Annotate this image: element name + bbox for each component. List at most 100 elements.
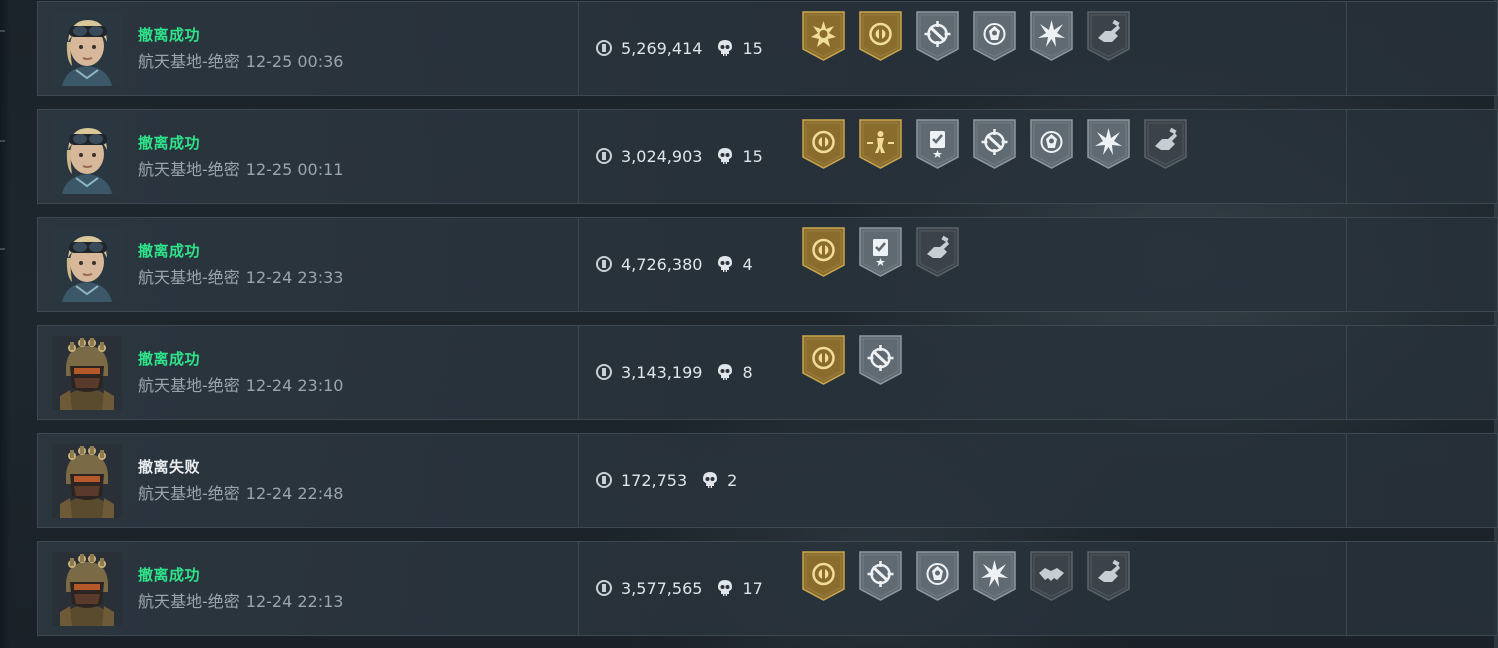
match-stats: 5,269,414 15: [596, 37, 763, 59]
crosshair-medal-icon[interactable]: [859, 551, 902, 601]
kills-skull-icon: [718, 256, 733, 272]
armored-helmet-avatar: [52, 336, 122, 410]
kills-skull-icon: [718, 148, 733, 164]
star-burst-medal-icon[interactable]: [1087, 119, 1130, 169]
value-coin-icon: [596, 256, 612, 272]
extraction-value: 3,143,199: [621, 362, 703, 382]
column-divider: [1346, 434, 1347, 527]
clipboard-medal-icon[interactable]: [859, 227, 902, 277]
figure-medal-icon[interactable]: [859, 119, 902, 169]
match-row[interactable]: 撤离成功航天基地-绝密 12-25 00:36 5,269,414 15: [37, 1, 1498, 96]
map-and-time: 航天基地-绝密 12-24 23:10: [138, 372, 343, 396]
map-name: 航天基地-绝密: [138, 268, 240, 287]
match-row[interactable]: 撤离成功航天基地-绝密 12-25 00:11 3,024,903 15: [37, 109, 1498, 204]
emblem-medal-icon[interactable]: [916, 551, 959, 601]
column-divider: [1346, 2, 1347, 95]
match-time: 12-24 23:33: [245, 268, 344, 287]
kills-skull-icon: [718, 364, 733, 380]
map-and-time: 航天基地-绝密 12-24 23:33: [138, 264, 343, 288]
medal-list: [802, 119, 1187, 169]
value-coin-icon: [596, 472, 612, 488]
crosshair-medal-icon[interactable]: [973, 119, 1016, 169]
coin-medal-icon[interactable]: [802, 227, 845, 277]
burst-medal-icon[interactable]: [802, 11, 845, 61]
map-and-time: 航天基地-绝密 12-24 22:48: [138, 480, 343, 504]
grab-medal-icon[interactable]: [916, 227, 959, 277]
kill-count: 17: [742, 578, 763, 598]
match-time: 12-25 00:11: [245, 160, 344, 179]
match-time: 12-24 22:13: [245, 592, 344, 611]
kills-skull-icon: [703, 472, 718, 488]
map-name: 航天基地-绝密: [138, 160, 240, 179]
map-name: 航天基地-绝密: [138, 484, 240, 503]
match-stats: 4,726,380 4: [596, 253, 753, 275]
kills-skull-icon: [718, 40, 733, 56]
value-coin-icon: [596, 40, 612, 56]
left-edge-shadow: [0, 0, 10, 648]
crosshair-medal-icon[interactable]: [916, 11, 959, 61]
column-divider: [578, 218, 579, 311]
map-name: 航天基地-绝密: [138, 376, 240, 395]
blonde-goggles-avatar: [52, 120, 122, 194]
map-and-time: 航天基地-绝密 12-25 00:11: [138, 156, 343, 180]
kill-count: 8: [742, 362, 753, 382]
value-coin-icon: [596, 580, 612, 596]
map-name: 航天基地-绝密: [138, 52, 240, 71]
coin-medal-icon[interactable]: [802, 335, 845, 385]
match-stats: 3,577,565 17: [596, 577, 763, 599]
value-coin-icon: [596, 364, 612, 380]
match-row[interactable]: 撤离成功航天基地-绝密 12-24 23:33 4,726,380 4: [37, 217, 1498, 312]
kill-count: 2: [727, 470, 738, 490]
medal-list: [802, 551, 1130, 601]
clipboard-medal-icon[interactable]: [916, 119, 959, 169]
blonde-goggles-avatar: [52, 12, 122, 86]
match-stats: 3,024,903 15: [596, 145, 763, 167]
star-burst-medal-icon[interactable]: [973, 551, 1016, 601]
emblem-medal-icon[interactable]: [1030, 119, 1073, 169]
extraction-value: 3,577,565: [621, 578, 703, 598]
extraction-value: 3,024,903: [621, 146, 703, 166]
column-divider: [578, 326, 579, 419]
emblem-medal-icon[interactable]: [973, 11, 1016, 61]
kill-count: 4: [742, 254, 753, 274]
kill-count: 15: [742, 146, 763, 166]
armored-helmet-avatar: [52, 552, 122, 626]
column-divider: [1346, 110, 1347, 203]
crosshair-medal-icon[interactable]: [859, 335, 902, 385]
grab-medal-icon[interactable]: [1087, 551, 1130, 601]
coin-medal-icon[interactable]: [802, 119, 845, 169]
column-divider: [578, 2, 579, 95]
map-and-time: 航天基地-绝密 12-24 22:13: [138, 588, 343, 612]
medal-list: [802, 11, 1130, 61]
extraction-status: 撤离失败: [138, 458, 201, 476]
extraction-status: 撤离成功: [138, 26, 201, 44]
match-time: 12-25 00:36: [245, 52, 344, 71]
value-coin-icon: [596, 148, 612, 164]
column-divider: [1346, 542, 1347, 635]
match-row[interactable]: 撤离成功航天基地-绝密 12-24 22:13 3,577,565 17: [37, 541, 1498, 636]
match-stats: 3,143,199 8: [596, 361, 753, 383]
match-row[interactable]: 撤离成功航天基地-绝密 12-24 23:10 3,143,199 8: [37, 325, 1498, 420]
column-divider: [578, 434, 579, 527]
grab-medal-icon[interactable]: [1087, 11, 1130, 61]
extraction-value: 172,753: [621, 470, 688, 490]
match-time: 12-24 22:48: [245, 484, 344, 503]
column-divider: [578, 542, 579, 635]
coin-medal-icon[interactable]: [859, 11, 902, 61]
extraction-status: 撤离成功: [138, 242, 201, 260]
extraction-value: 4,726,380: [621, 254, 703, 274]
extraction-value: 5,269,414: [621, 38, 703, 58]
match-row[interactable]: 撤离失败航天基地-绝密 12-24 22:48 172,753 2: [37, 433, 1498, 528]
column-divider: [1346, 326, 1347, 419]
extraction-status: 撤离成功: [138, 134, 201, 152]
handshake-medal-icon[interactable]: [1030, 551, 1073, 601]
star-burst-medal-icon[interactable]: [1030, 11, 1073, 61]
extraction-status: 撤离成功: [138, 566, 201, 584]
column-divider: [1346, 218, 1347, 311]
match-time: 12-24 23:10: [245, 376, 344, 395]
medal-list: [802, 335, 902, 385]
armored-helmet-avatar: [52, 444, 122, 518]
grab-medal-icon[interactable]: [1144, 119, 1187, 169]
extraction-status: 撤离成功: [138, 350, 201, 368]
coin-medal-icon[interactable]: [802, 551, 845, 601]
